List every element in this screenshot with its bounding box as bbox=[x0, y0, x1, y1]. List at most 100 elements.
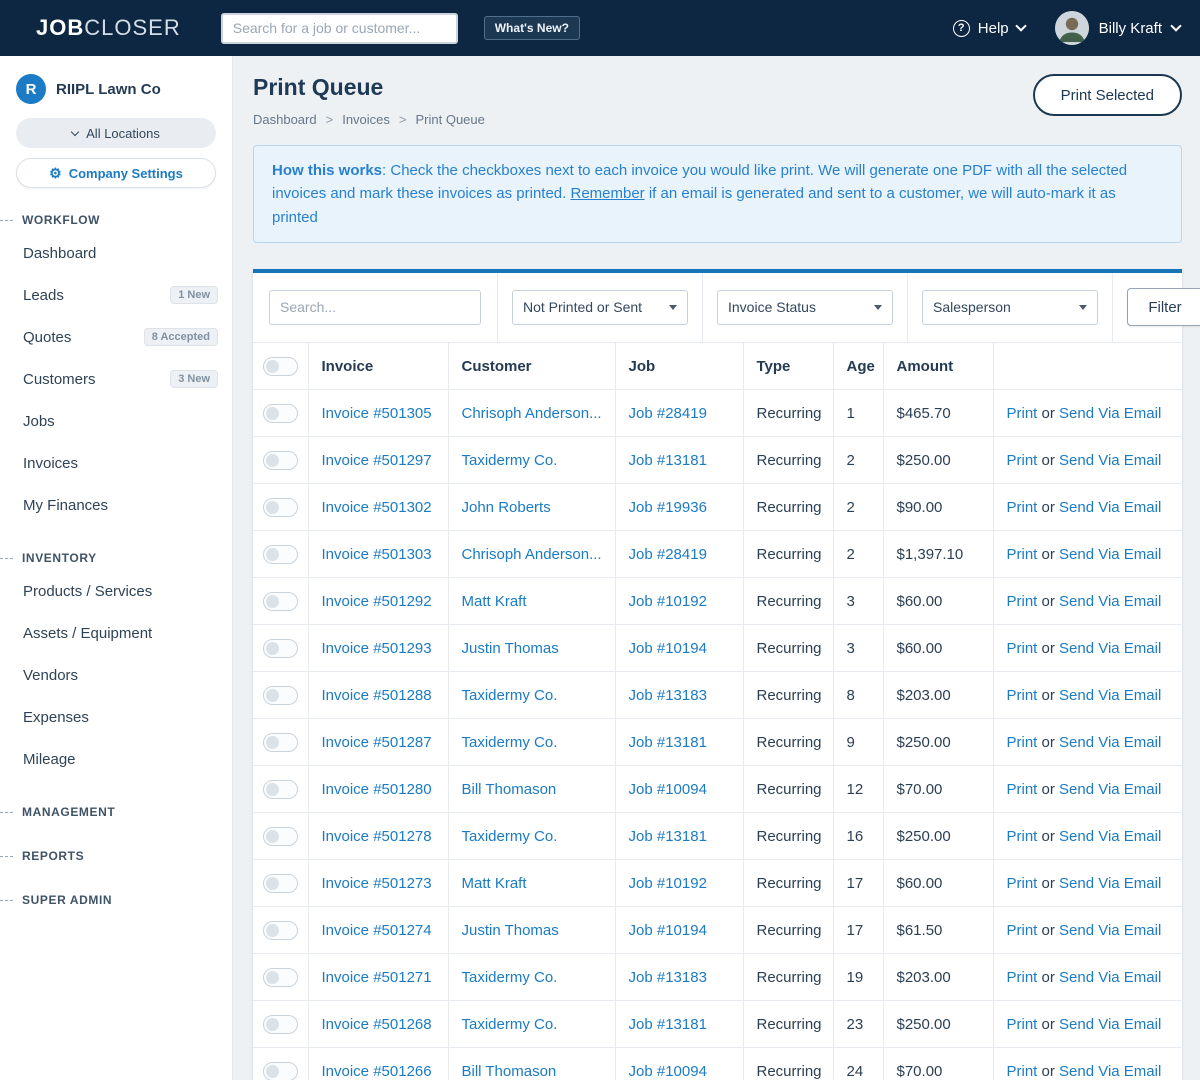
customer-link[interactable]: Taxidermy Co. bbox=[462, 734, 558, 751]
invoice-link[interactable]: Invoice #501292 bbox=[322, 593, 432, 610]
row-toggle[interactable] bbox=[262, 779, 298, 799]
send-email-link[interactable]: Send Via Email bbox=[1059, 781, 1161, 798]
print-link[interactable]: Print bbox=[1007, 640, 1038, 657]
sidebar-item-products-services[interactable]: Products / Services bbox=[0, 570, 232, 612]
send-email-link[interactable]: Send Via Email bbox=[1059, 640, 1161, 657]
invoice-link[interactable]: Invoice #501288 bbox=[322, 687, 432, 704]
invoice-link[interactable]: Invoice #501303 bbox=[322, 546, 432, 563]
send-email-link[interactable]: Send Via Email bbox=[1059, 1063, 1161, 1080]
invoice-link[interactable]: Invoice #501287 bbox=[322, 734, 432, 751]
invoice-link[interactable]: Invoice #501297 bbox=[322, 452, 432, 469]
sidebar-item-my-finances[interactable]: My Finances bbox=[0, 484, 232, 526]
global-search-input[interactable] bbox=[220, 12, 458, 44]
invoice-link[interactable]: Invoice #501293 bbox=[322, 640, 432, 657]
job-link[interactable]: Job #13181 bbox=[629, 1016, 707, 1033]
invoice-link[interactable]: Invoice #501266 bbox=[322, 1063, 432, 1080]
send-email-link[interactable]: Send Via Email bbox=[1059, 687, 1161, 704]
send-email-link[interactable]: Send Via Email bbox=[1059, 734, 1161, 751]
job-link[interactable]: Job #10094 bbox=[629, 1063, 707, 1080]
customer-link[interactable]: John Roberts bbox=[462, 499, 551, 516]
send-email-link[interactable]: Send Via Email bbox=[1059, 593, 1161, 610]
row-toggle[interactable] bbox=[262, 544, 298, 564]
print-link[interactable]: Print bbox=[1007, 828, 1038, 845]
customer-link[interactable]: Justin Thomas bbox=[462, 640, 559, 657]
invoice-link[interactable]: Invoice #501278 bbox=[322, 828, 432, 845]
row-toggle[interactable] bbox=[262, 638, 298, 658]
row-toggle[interactable] bbox=[262, 403, 298, 423]
sidebar-item-mileage[interactable]: Mileage bbox=[0, 738, 232, 780]
print-link[interactable]: Print bbox=[1007, 969, 1038, 986]
customer-link[interactable]: Taxidermy Co. bbox=[462, 687, 558, 704]
job-link[interactable]: Job #10192 bbox=[629, 593, 707, 610]
salesperson-select[interactable]: Salesperson bbox=[922, 289, 1098, 325]
breadcrumb-invoices[interactable]: Invoices bbox=[342, 112, 390, 127]
job-link[interactable]: Job #28419 bbox=[629, 546, 707, 563]
print-link[interactable]: Print bbox=[1007, 922, 1038, 939]
customer-link[interactable]: Chrisoph Anderson... bbox=[462, 405, 602, 422]
send-email-link[interactable]: Send Via Email bbox=[1059, 405, 1161, 422]
send-email-link[interactable]: Send Via Email bbox=[1059, 1016, 1161, 1033]
print-link[interactable]: Print bbox=[1007, 1016, 1038, 1033]
job-link[interactable]: Job #19936 bbox=[629, 499, 707, 516]
customer-link[interactable]: Chrisoph Anderson... bbox=[462, 546, 602, 563]
customer-link[interactable]: Bill Thomason bbox=[462, 781, 557, 798]
print-link[interactable]: Print bbox=[1007, 734, 1038, 751]
row-toggle[interactable] bbox=[262, 920, 298, 940]
send-email-link[interactable]: Send Via Email bbox=[1059, 546, 1161, 563]
help-menu[interactable]: Help bbox=[952, 19, 1027, 37]
send-email-link[interactable]: Send Via Email bbox=[1059, 922, 1161, 939]
job-link[interactable]: Job #10194 bbox=[629, 640, 707, 657]
send-email-link[interactable]: Send Via Email bbox=[1059, 828, 1161, 845]
job-link[interactable]: Job #10192 bbox=[629, 875, 707, 892]
print-link[interactable]: Print bbox=[1007, 405, 1038, 422]
info-remember-link[interactable]: Remember bbox=[570, 185, 644, 202]
print-link[interactable]: Print bbox=[1007, 687, 1038, 704]
job-link[interactable]: Job #28419 bbox=[629, 405, 707, 422]
invoice-link[interactable]: Invoice #501273 bbox=[322, 875, 432, 892]
print-link[interactable]: Print bbox=[1007, 875, 1038, 892]
job-link[interactable]: Job #13181 bbox=[629, 828, 707, 845]
customer-link[interactable]: Taxidermy Co. bbox=[462, 828, 558, 845]
sidebar-item-vendors[interactable]: Vendors bbox=[0, 654, 232, 696]
job-link[interactable]: Job #13183 bbox=[629, 687, 707, 704]
job-link[interactable]: Job #13181 bbox=[629, 452, 707, 469]
invoice-link[interactable]: Invoice #501280 bbox=[322, 781, 432, 798]
row-toggle[interactable] bbox=[262, 450, 298, 470]
row-toggle[interactable] bbox=[262, 732, 298, 752]
breadcrumb-dashboard[interactable]: Dashboard bbox=[253, 112, 317, 127]
job-link[interactable]: Job #10194 bbox=[629, 922, 707, 939]
printed-status-select[interactable]: Not Printed or Sent bbox=[512, 289, 688, 325]
all-locations-dropdown[interactable]: All Locations bbox=[16, 118, 216, 148]
whats-new-button[interactable]: What's New? bbox=[483, 16, 580, 40]
print-link[interactable]: Print bbox=[1007, 452, 1038, 469]
row-toggle[interactable] bbox=[262, 826, 298, 846]
print-selected-button[interactable]: Print Selected bbox=[1032, 74, 1182, 116]
row-toggle[interactable] bbox=[262, 685, 298, 705]
sidebar-item-jobs[interactable]: Jobs bbox=[0, 400, 232, 442]
sidebar-item-assets-equipment[interactable]: Assets / Equipment bbox=[0, 612, 232, 654]
job-link[interactable]: Job #10094 bbox=[629, 781, 707, 798]
select-all-toggle[interactable] bbox=[262, 356, 298, 376]
row-toggle[interactable] bbox=[262, 591, 298, 611]
customer-link[interactable]: Taxidermy Co. bbox=[462, 969, 558, 986]
invoice-link[interactable]: Invoice #501302 bbox=[322, 499, 432, 516]
send-email-link[interactable]: Send Via Email bbox=[1059, 452, 1161, 469]
invoice-link[interactable]: Invoice #501305 bbox=[322, 405, 432, 422]
print-link[interactable]: Print bbox=[1007, 499, 1038, 516]
print-link[interactable]: Print bbox=[1007, 1063, 1038, 1080]
job-link[interactable]: Job #13181 bbox=[629, 734, 707, 751]
customer-link[interactable]: Taxidermy Co. bbox=[462, 452, 558, 469]
sidebar-item-invoices[interactable]: Invoices bbox=[0, 442, 232, 484]
customer-link[interactable]: Taxidermy Co. bbox=[462, 1016, 558, 1033]
job-link[interactable]: Job #13183 bbox=[629, 969, 707, 986]
send-email-link[interactable]: Send Via Email bbox=[1059, 499, 1161, 516]
print-link[interactable]: Print bbox=[1007, 593, 1038, 610]
row-toggle[interactable] bbox=[262, 967, 298, 987]
row-toggle[interactable] bbox=[262, 1061, 298, 1080]
table-search-input[interactable] bbox=[269, 289, 481, 325]
sidebar-item-customers[interactable]: Customers 3 New bbox=[0, 358, 232, 400]
sidebar-item-expenses[interactable]: Expenses bbox=[0, 696, 232, 738]
row-toggle[interactable] bbox=[262, 873, 298, 893]
customer-link[interactable]: Bill Thomason bbox=[462, 1063, 557, 1080]
customer-link[interactable]: Matt Kraft bbox=[462, 593, 527, 610]
